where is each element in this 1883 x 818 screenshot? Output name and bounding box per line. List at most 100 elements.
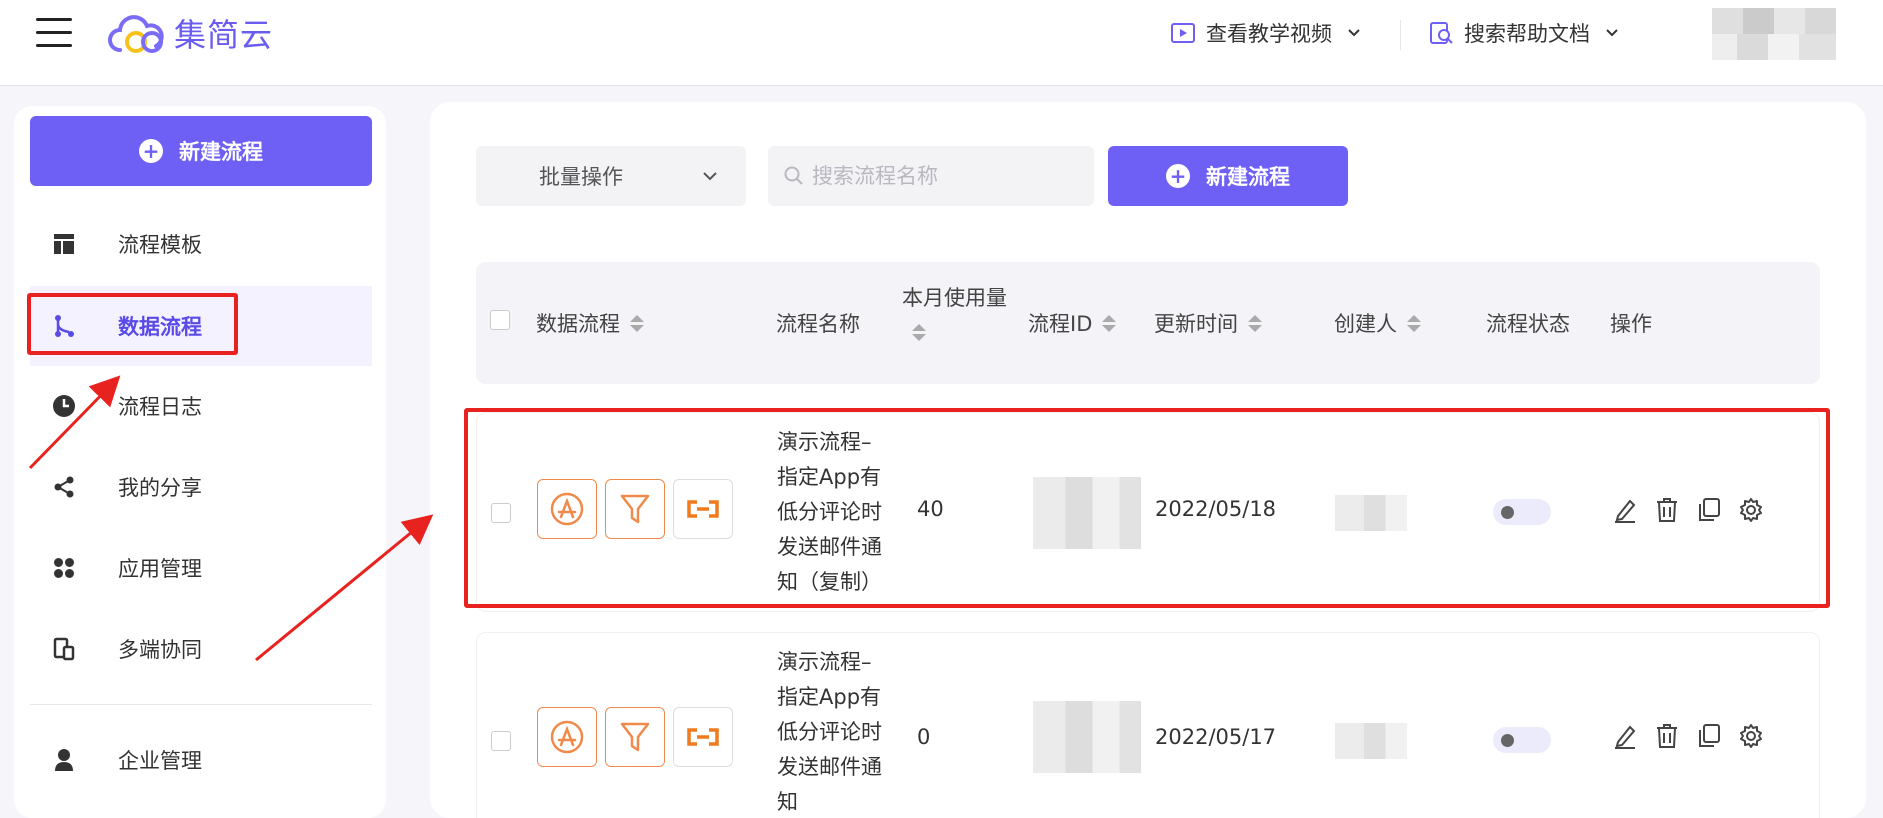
brand-logo[interactable]: 集简云 [106,10,273,56]
tutorial-video-label: 查看教学视频 [1206,22,1332,46]
search-input[interactable] [812,164,1082,188]
help-docs-link[interactable]: 搜索帮助文档 [1428,18,1620,48]
brand-name: 集简云 [174,16,274,54]
status-toggle[interactable] [1493,499,1551,525]
flow-branch-icon [50,312,78,340]
sort-icon[interactable] [1407,314,1421,332]
flow-name-line: 指定App有 [777,685,882,709]
column-header-actions: 操作 [1610,308,1652,338]
aliyun-mail-icon[interactable] [673,707,733,767]
column-header-label: 流程名称 [776,312,860,336]
top-header: 集简云 查看教学视频 搜索帮助文档 [0,0,1883,86]
flow-name[interactable]: 演示流程– 指定App有 低分评论时 发送邮件通 知 [777,645,897,818]
filter-icon[interactable] [605,479,665,539]
flow-name-line: 知（复制） [777,570,882,594]
flow-name-line: 低分评论时 [777,500,882,524]
search-icon [784,166,803,185]
doc-search-icon [1430,22,1453,44]
sidebar: + 新建流程 流程模板 数据流程 流程日志 我的分享 应用管理 多端协同 企业管… [14,106,386,818]
settings-gear-icon[interactable] [1739,497,1763,523]
column-header-label: 创建人 [1334,312,1397,336]
batch-actions-select[interactable]: 批量操作 [476,146,746,206]
sidebar-item-label: 应用管理 [118,557,202,581]
sort-icon[interactable] [1248,314,1262,332]
chevron-down-icon [1606,29,1618,37]
sidebar-item-templates[interactable]: 流程模板 [30,204,372,284]
batch-actions-label: 批量操作 [539,165,623,189]
table-row[interactable]: 演示流程– 指定App有 低分评论时 发送邮件通 知 0 2022/05/17 [476,632,1820,818]
video-play-icon [1171,23,1195,43]
updated-date: 2022/05/17 [1155,725,1277,749]
creator-redacted [1335,723,1407,759]
sidebar-item-label: 流程模板 [118,233,202,257]
column-header-label: 流程ID [1028,312,1093,336]
flow-id-redacted [1033,477,1141,549]
status-toggle[interactable] [1493,727,1551,753]
sidebar-item-label: 我的分享 [118,476,202,500]
devices-icon [50,635,78,663]
column-header-creator[interactable]: 创建人 [1334,308,1421,338]
column-header-updated[interactable]: 更新时间 [1154,308,1262,338]
user-avatar[interactable] [1712,8,1836,60]
updated-date: 2022/05/18 [1155,497,1277,521]
flow-app-icons [537,479,733,539]
copy-icon[interactable] [1697,723,1721,749]
column-header-label: 本月使用量 [902,286,1007,310]
column-header-flow-id[interactable]: 流程ID [1028,308,1117,338]
share-icon [50,473,78,501]
menu-toggle-icon[interactable] [36,18,72,48]
sidebar-item-enterprise[interactable]: 企业管理 [30,720,372,800]
edit-icon[interactable] [1613,723,1637,749]
column-header-flow[interactable]: 数据流程 [536,308,644,338]
edit-icon[interactable] [1613,497,1637,523]
clock-icon [50,392,78,420]
delete-icon[interactable] [1655,497,1679,523]
column-header-name: 流程名称 [776,308,860,338]
tutorial-video-link[interactable]: 查看教学视频 [1170,18,1362,48]
sidebar-item-flow-logs[interactable]: 流程日志 [30,366,372,446]
user-icon [50,746,78,774]
flow-name-line: 低分评论时 [777,720,882,744]
sidebar-item-app-management[interactable]: 应用管理 [30,528,372,608]
row-checkbox[interactable] [491,503,511,523]
chevron-down-icon [1348,29,1360,37]
sidebar-item-my-shares[interactable]: 我的分享 [30,447,372,527]
filter-icon[interactable] [605,707,665,767]
settings-gear-icon[interactable] [1739,723,1763,749]
flow-name-line: 知 [777,790,798,814]
sidebar-new-flow-button[interactable]: + 新建流程 [30,116,372,186]
sort-icon[interactable] [1102,314,1117,332]
plus-circle-icon: + [139,139,163,163]
flow-name-line: 指定App有 [777,465,882,489]
sidebar-item-label: 数据流程 [118,315,202,339]
sort-icon[interactable] [630,314,644,332]
column-header-label: 更新时间 [1154,312,1238,336]
sort-icon[interactable] [912,324,926,341]
copy-icon[interactable] [1697,497,1721,523]
usage-count: 40 [917,497,944,521]
table-row[interactable]: 演示流程– 指定App有 低分评论时 发送邮件通 知（复制） 40 2022/0… [476,412,1820,612]
select-all-checkbox[interactable] [490,310,510,330]
sidebar-divider [30,704,372,705]
flow-name[interactable]: 演示流程– 指定App有 低分评论时 发送邮件通 知（复制） [777,425,897,600]
table-header: 数据流程 流程名称 本月使用量 流程ID 更新时间 创建人 流程状态 操作 [476,262,1820,384]
new-flow-button[interactable]: + 新建流程 [1108,146,1348,206]
plus-circle-icon: + [1166,164,1190,188]
app-store-icon[interactable] [537,479,597,539]
row-checkbox[interactable] [491,731,511,751]
usage-count: 0 [917,725,931,749]
aliyun-mail-icon[interactable] [673,479,733,539]
sidebar-item-data-flows[interactable]: 数据流程 [30,286,372,366]
delete-icon[interactable] [1655,723,1679,749]
column-header-label: 操作 [1610,312,1652,336]
new-flow-label: 新建流程 [1206,165,1290,189]
main-panel: 批量操作 + 新建流程 数据流程 流程名称 本月使用量 流程ID 更新时间 [430,102,1866,818]
column-header-label: 流程状态 [1486,312,1570,336]
app-store-icon[interactable] [537,707,597,767]
sidebar-item-label: 企业管理 [118,749,202,773]
search-box[interactable] [768,146,1094,206]
cloud-logo-icon [108,15,164,53]
column-header-label: 数据流程 [536,312,620,336]
sidebar-item-multi-device[interactable]: 多端协同 [30,609,372,689]
column-header-usage[interactable]: 本月使用量 [902,282,1007,341]
